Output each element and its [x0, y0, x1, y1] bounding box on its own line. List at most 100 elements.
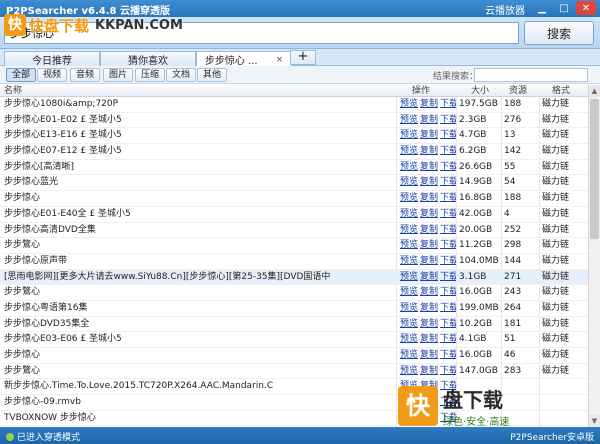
- download-link[interactable]: 下载: [440, 130, 456, 140]
- download-link[interactable]: 下载: [440, 146, 456, 156]
- filter-other[interactable]: 其他: [197, 68, 228, 82]
- preview-link[interactable]: 预览: [400, 240, 418, 250]
- tab-guess-you-like[interactable]: 猜你喜欢: [100, 51, 196, 67]
- row-format: 磁力链: [542, 224, 570, 235]
- table-row[interactable]: 步步惊心高清DVD全集 预览 复制 下载 20.0GB 252 磁力链: [0, 223, 588, 239]
- table-row[interactable]: 步步惊心E13-E16 £ 圣城小5 预览 复制 下载 4.7GB 13 磁力链: [0, 128, 588, 145]
- table-row[interactable]: 步步鷩心 预览 复制 下载 11.2GB 298 磁力链: [0, 238, 588, 254]
- table-row[interactable]: 步步惊心蓝光 预览 复制 下载 14.9GB 54 磁力链: [0, 175, 588, 192]
- download-link[interactable]: 下载: [440, 225, 456, 235]
- table-row[interactable]: 步步惊心粤语第16集 预览 复制 下载 199.0MB 264 磁力链: [0, 301, 588, 317]
- copy-link[interactable]: 复制: [420, 99, 438, 109]
- preview-link[interactable]: 预览: [400, 303, 418, 313]
- filter-image[interactable]: 图片: [103, 68, 134, 82]
- preview-link[interactable]: 预览: [400, 177, 418, 187]
- scroll-thumb[interactable]: [590, 99, 599, 239]
- copy-link[interactable]: 复制: [420, 146, 438, 156]
- tab-today-recommend[interactable]: 今日推荐: [4, 51, 100, 67]
- header-size[interactable]: 大小: [471, 85, 489, 97]
- vertical-scrollbar[interactable]: ▲ ▼: [588, 85, 600, 427]
- preview-link[interactable]: 预览: [400, 225, 418, 235]
- preview-link[interactable]: 预览: [400, 256, 418, 266]
- copy-link[interactable]: 复制: [420, 366, 438, 376]
- copy-link[interactable]: 复制: [420, 256, 438, 266]
- table-row[interactable]: 步步惊心DVD35集全 预览 复制 下载 10.2GB 181 磁力链: [0, 317, 588, 333]
- copy-link[interactable]: 复制: [420, 319, 438, 329]
- preview-link[interactable]: 预览: [400, 130, 418, 140]
- table-row[interactable]: 步步惊心 预览 复制 下载 16.0GB 46 磁力链: [0, 348, 588, 364]
- copy-link[interactable]: 复制: [420, 130, 438, 140]
- copy-link[interactable]: 复制: [420, 225, 438, 235]
- table-row[interactable]: 步步惊心E07-E12 £ 圣城小5 预览 复制 下载 6.2GB 142 磁力链: [0, 144, 588, 160]
- preview-link[interactable]: 预览: [400, 350, 418, 360]
- copy-link[interactable]: 复制: [420, 193, 438, 203]
- download-link[interactable]: 下载: [440, 240, 456, 250]
- preview-link[interactable]: 预览: [400, 162, 418, 172]
- row-name: 步步惊心蓝光: [4, 177, 59, 188]
- download-link[interactable]: 下载: [440, 350, 456, 360]
- table-row[interactable]: 步步惊心E03-E06 £ 圣城小5 预览 复制 下载 4.1GB 51 磁力链: [0, 332, 588, 348]
- copy-link[interactable]: 复制: [420, 303, 438, 313]
- preview-link[interactable]: 预览: [400, 272, 418, 282]
- table-row[interactable]: 步步惊心1080i&amp;720P 预览 复制 下载 197.5GB 188 磁力链: [0, 97, 588, 113]
- download-link[interactable]: 下载: [440, 177, 456, 187]
- download-link[interactable]: 下载: [440, 209, 456, 219]
- search-button[interactable]: 搜索: [524, 21, 594, 45]
- filter-all[interactable]: 全部: [6, 68, 37, 82]
- table-row[interactable]: 步步惊心[高清晰] 预览 复制 下载 26.6GB 55 磁力链: [0, 160, 588, 176]
- preview-link[interactable]: 预览: [400, 334, 418, 344]
- copy-link[interactable]: 复制: [420, 350, 438, 360]
- filter-archive[interactable]: 压缩: [135, 68, 166, 82]
- download-link[interactable]: 下载: [440, 272, 456, 282]
- download-link[interactable]: 下载: [440, 334, 456, 344]
- download-link[interactable]: 下载: [440, 287, 456, 297]
- download-link[interactable]: 下载: [440, 366, 456, 376]
- header-format[interactable]: 格式: [552, 85, 570, 97]
- tab-search-result[interactable]: 步步惊心 ... ×: [196, 51, 292, 67]
- copy-link[interactable]: 复制: [420, 162, 438, 172]
- preview-link[interactable]: 预览: [400, 287, 418, 297]
- add-tab-button[interactable]: +: [290, 50, 316, 65]
- copy-link[interactable]: 复制: [420, 209, 438, 219]
- table-row[interactable]: 步步惊心原声带 预览 复制 下载 104.0MB 144 磁力链: [0, 254, 588, 270]
- result-search-input[interactable]: [474, 68, 588, 82]
- preview-link[interactable]: 预览: [400, 319, 418, 329]
- cloud-player-label[interactable]: 云播放器: [485, 2, 525, 17]
- preview-link[interactable]: 预览: [400, 209, 418, 219]
- table-row[interactable]: 步步惊心E01-E40全 £ 圣城小5 预览 复制 下载 42.0GB 4 磁力链: [0, 207, 588, 223]
- copy-link[interactable]: 复制: [420, 272, 438, 282]
- table-row[interactable]: 步步惊心E01-E02 £ 圣城小5 预览 复制 下载 2.3GB 276 磁力链: [0, 113, 588, 129]
- filter-audio[interactable]: 音频: [70, 68, 101, 82]
- download-link[interactable]: 下载: [440, 256, 456, 266]
- close-icon[interactable]: ✕: [576, 1, 596, 15]
- filter-video[interactable]: 视频: [37, 68, 68, 82]
- preview-link[interactable]: 预览: [400, 115, 418, 125]
- copy-link[interactable]: 复制: [420, 334, 438, 344]
- preview-link[interactable]: 预览: [400, 146, 418, 156]
- download-link[interactable]: 下载: [440, 193, 456, 203]
- copy-link[interactable]: 复制: [420, 240, 438, 250]
- copy-link[interactable]: 复制: [420, 287, 438, 297]
- minimize-icon[interactable]: ▁: [532, 1, 552, 15]
- copy-link[interactable]: 复制: [420, 115, 438, 125]
- tab-close-icon[interactable]: ×: [276, 55, 284, 65]
- android-version-link[interactable]: P2PSearcher安卓版: [510, 430, 594, 443]
- copy-link[interactable]: 复制: [420, 177, 438, 187]
- preview-link[interactable]: 预览: [400, 99, 418, 109]
- filter-document[interactable]: 文档: [166, 68, 197, 82]
- preview-link[interactable]: 预览: [400, 366, 418, 376]
- preview-link[interactable]: 预览: [400, 193, 418, 203]
- header-sources[interactable]: 资源: [509, 85, 527, 97]
- table-row[interactable]: 步步鷩心 预览 复制 下载 16.0GB 243 磁力链: [0, 285, 588, 301]
- table-row[interactable]: [思雨电影网][更多大片请去www.SiYu88.Cn][步步惊心][第25-3…: [0, 269, 588, 286]
- maximize-icon[interactable]: □: [554, 1, 574, 15]
- download-link[interactable]: 下载: [440, 115, 456, 125]
- table-row[interactable]: 步步鷩心 预览 复制 下载 147.0GB 283 磁力链: [0, 364, 588, 380]
- table-row[interactable]: 步步惊心 预览 复制 下载 16.8GB 188 磁力链: [0, 191, 588, 207]
- scroll-up-icon[interactable]: ▲: [589, 85, 600, 97]
- download-link[interactable]: 下载: [440, 162, 456, 172]
- download-link[interactable]: 下载: [440, 303, 456, 313]
- download-link[interactable]: 下载: [440, 319, 456, 329]
- header-name[interactable]: 名称: [4, 85, 22, 97]
- download-link[interactable]: 下载: [440, 99, 456, 109]
